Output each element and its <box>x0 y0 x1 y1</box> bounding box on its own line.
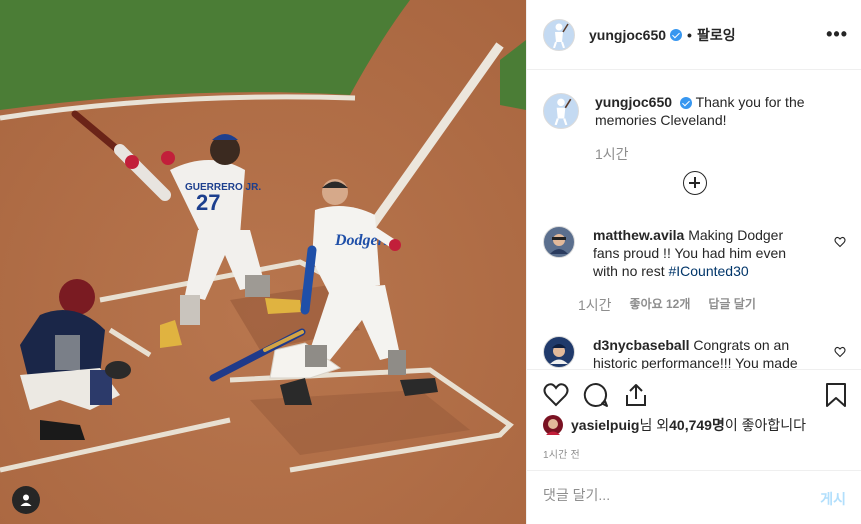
caption-username[interactable]: yungjoc650 <box>595 94 672 110</box>
list-item: matthew.avila Making Dodger fans proud !… <box>543 226 848 280</box>
post-timestamp[interactable]: 1시간 전 <box>543 446 580 461</box>
verified-icon <box>679 97 692 110</box>
likes-suffix-2: 이 좋아합니다 <box>724 417 806 433</box>
comment-like-icon[interactable] <box>834 346 846 358</box>
comment-input[interactable] <box>543 487 803 503</box>
add-comment-bar: 게시 <box>527 470 861 524</box>
avatar[interactable] <box>543 18 575 51</box>
separator-dot: • <box>687 26 692 43</box>
caption-time[interactable]: 1시간 <box>595 144 629 164</box>
likes-count[interactable]: 40,749명 <box>669 415 725 435</box>
jersey-number-text: 27 <box>196 190 220 215</box>
verified-icon <box>670 28 683 41</box>
post-comment-button[interactable]: 게시 <box>820 489 846 509</box>
list-item: d3nycbaseball Congrats on an historic pe… <box>543 336 848 369</box>
hashtag-link[interactable]: #ICounted30 <box>668 263 748 279</box>
likes-summary: yasielpuig 님 외 40,749명 이 좋아합니다 <box>543 415 806 435</box>
comment-likes[interactable]: 좋아요 12개 <box>630 295 691 315</box>
comment-body: d3nycbaseball Congrats on an historic pe… <box>593 336 803 369</box>
avatar[interactable] <box>543 336 575 368</box>
comment-body: matthew.avila Making Dodger fans proud !… <box>593 226 803 280</box>
post-header: yungjoc650 • 팔로잉 ••• <box>527 0 861 70</box>
heart-icon[interactable] <box>543 382 569 408</box>
username-link[interactable]: yungjoc650 <box>589 27 666 43</box>
likes-user[interactable]: yasielpuig <box>571 417 639 433</box>
avatar[interactable] <box>543 93 579 129</box>
comment-like-icon[interactable] <box>834 236 846 248</box>
comment-username[interactable]: matthew.avila <box>593 227 684 243</box>
likes-suffix-1: 님 외 <box>639 417 670 433</box>
load-more-icon[interactable] <box>683 171 707 195</box>
comment-username[interactable]: d3nycbaseball <box>593 337 690 353</box>
reply-button[interactable]: 답글 달기 <box>708 295 756 315</box>
user-tag-icon[interactable] <box>12 486 40 514</box>
avatar[interactable] <box>543 226 575 258</box>
post-photo[interactable]: GUERRERO JR. 27 Dodgers <box>0 0 526 524</box>
comment-icon[interactable] <box>583 382 609 408</box>
comment-time[interactable]: 1시간 <box>578 295 612 315</box>
caption-body: yungjoc650 Thank you for the memories Cl… <box>595 93 835 129</box>
following-button[interactable]: 팔로잉 <box>697 25 736 45</box>
bookmark-icon[interactable] <box>823 382 849 408</box>
avatar[interactable] <box>543 415 563 435</box>
more-options-icon[interactable]: ••• <box>826 24 848 45</box>
share-icon[interactable] <box>623 382 649 408</box>
post-panel: yungjoc650 • 팔로잉 ••• yungjoc650 Thank yo… <box>526 0 861 524</box>
comment-meta: 1시간 좋아요 12개 답글 달기 <box>578 295 756 315</box>
action-bar <box>527 369 861 419</box>
post-caption: yungjoc650 Thank you for the memories Cl… <box>543 93 843 129</box>
comments-list[interactable]: yungjoc650 Thank you for the memories Cl… <box>527 71 861 369</box>
